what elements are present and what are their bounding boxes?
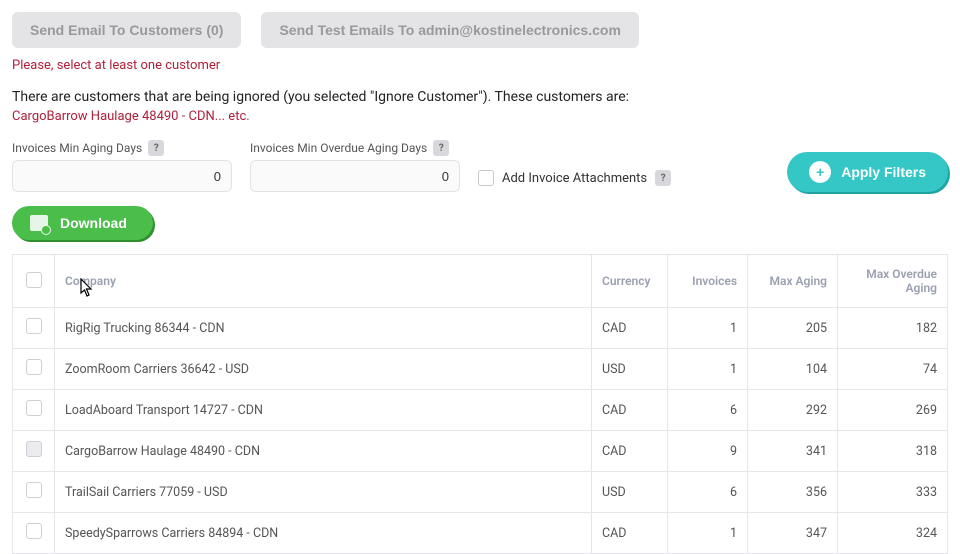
add-attachments-checkbox[interactable] xyxy=(478,170,494,186)
table-row: TrailSail Carriers 77059 - USDUSD6356333 xyxy=(13,472,948,513)
cell-max-aging: 292 xyxy=(748,390,838,431)
col-currency[interactable]: Currency xyxy=(592,255,668,308)
cell-max-overdue: 324 xyxy=(838,513,948,554)
min-aging-label: Invoices Min Aging Days xyxy=(12,141,142,155)
cell-invoices: 9 xyxy=(668,431,748,472)
cell-max-aging: 104 xyxy=(748,349,838,390)
cell-max-aging: 341 xyxy=(748,431,838,472)
select-warning: Please, select at least one customer xyxy=(12,58,948,73)
min-overdue-input[interactable] xyxy=(250,160,460,192)
cell-max-aging: 356 xyxy=(748,472,838,513)
cell-company: CargoBarrow Haulage 48490 - CDN xyxy=(55,431,592,472)
table-row: CargoBarrow Haulage 48490 - CDNCAD934131… xyxy=(13,431,948,472)
table-row: LoadAboard Transport 14727 - CDNCAD62922… xyxy=(13,390,948,431)
cell-company: ZoomRoom Carriers 36642 - USD xyxy=(55,349,592,390)
row-checkbox[interactable] xyxy=(26,400,42,416)
cell-max-overdue: 74 xyxy=(838,349,948,390)
col-invoices[interactable]: Invoices xyxy=(668,255,748,308)
cell-max-aging: 205 xyxy=(748,308,838,349)
send-email-button[interactable]: Send Email To Customers (0) xyxy=(12,12,241,48)
cell-currency: USD xyxy=(592,349,668,390)
row-checkbox[interactable] xyxy=(26,441,42,457)
cell-invoices: 1 xyxy=(668,349,748,390)
cell-invoices: 6 xyxy=(668,472,748,513)
select-all-checkbox[interactable] xyxy=(26,272,42,288)
download-label: Download xyxy=(60,215,127,231)
cell-currency: USD xyxy=(592,472,668,513)
table-row: SpeedySparrows Carriers 84894 - CDNCAD13… xyxy=(13,513,948,554)
cell-currency: CAD xyxy=(592,308,668,349)
cell-company: SpeedySparrows Carriers 84894 - CDN xyxy=(55,513,592,554)
download-button[interactable]: Download xyxy=(12,206,153,240)
ignored-customers-list: CargoBarrow Haulage 48490 - CDN... etc. xyxy=(12,109,948,124)
table-row: ZoomRoom Carriers 36642 - USDUSD110474 xyxy=(13,349,948,390)
cell-max-overdue: 182 xyxy=(838,308,948,349)
cell-currency: CAD xyxy=(592,431,668,472)
cell-max-overdue: 318 xyxy=(838,431,948,472)
row-checkbox[interactable] xyxy=(26,523,42,539)
cell-invoices: 6 xyxy=(668,390,748,431)
apply-filters-label: Apply Filters xyxy=(841,164,926,180)
cell-max-aging: 347 xyxy=(748,513,838,554)
help-icon[interactable]: ? xyxy=(148,140,164,156)
row-checkbox[interactable] xyxy=(26,318,42,334)
cell-currency: CAD xyxy=(592,390,668,431)
cell-max-overdue: 333 xyxy=(838,472,948,513)
col-max-aging[interactable]: Max Aging xyxy=(748,255,838,308)
send-test-email-button[interactable]: Send Test Emails To admin@kostinelectron… xyxy=(261,12,638,48)
cell-invoices: 1 xyxy=(668,513,748,554)
min-aging-input[interactable] xyxy=(12,160,232,192)
min-overdue-label: Invoices Min Overdue Aging Days xyxy=(250,141,427,155)
spreadsheet-icon xyxy=(30,215,48,231)
plus-icon: + xyxy=(809,161,831,183)
row-checkbox[interactable] xyxy=(26,482,42,498)
col-max-overdue[interactable]: Max Overdue Aging xyxy=(838,255,948,308)
cell-currency: CAD xyxy=(592,513,668,554)
help-icon[interactable]: ? xyxy=(655,170,671,186)
help-icon[interactable]: ? xyxy=(433,140,449,156)
row-checkbox[interactable] xyxy=(26,359,42,375)
customers-table: Company Currency Invoices Max Aging Max … xyxy=(12,254,948,554)
table-row: RigRig Trucking 86344 - CDNCAD1205182 xyxy=(13,308,948,349)
apply-filters-button[interactable]: + Apply Filters xyxy=(787,152,948,192)
cell-company: RigRig Trucking 86344 - CDN xyxy=(55,308,592,349)
ignored-customers-heading: There are customers that are being ignor… xyxy=(12,89,948,105)
cell-company: TrailSail Carriers 77059 - USD xyxy=(55,472,592,513)
cell-company: LoadAboard Transport 14727 - CDN xyxy=(55,390,592,431)
add-attachments-label: Add Invoice Attachments xyxy=(502,171,647,186)
col-company[interactable]: Company xyxy=(55,255,592,308)
cell-invoices: 1 xyxy=(668,308,748,349)
cell-max-overdue: 269 xyxy=(838,390,948,431)
